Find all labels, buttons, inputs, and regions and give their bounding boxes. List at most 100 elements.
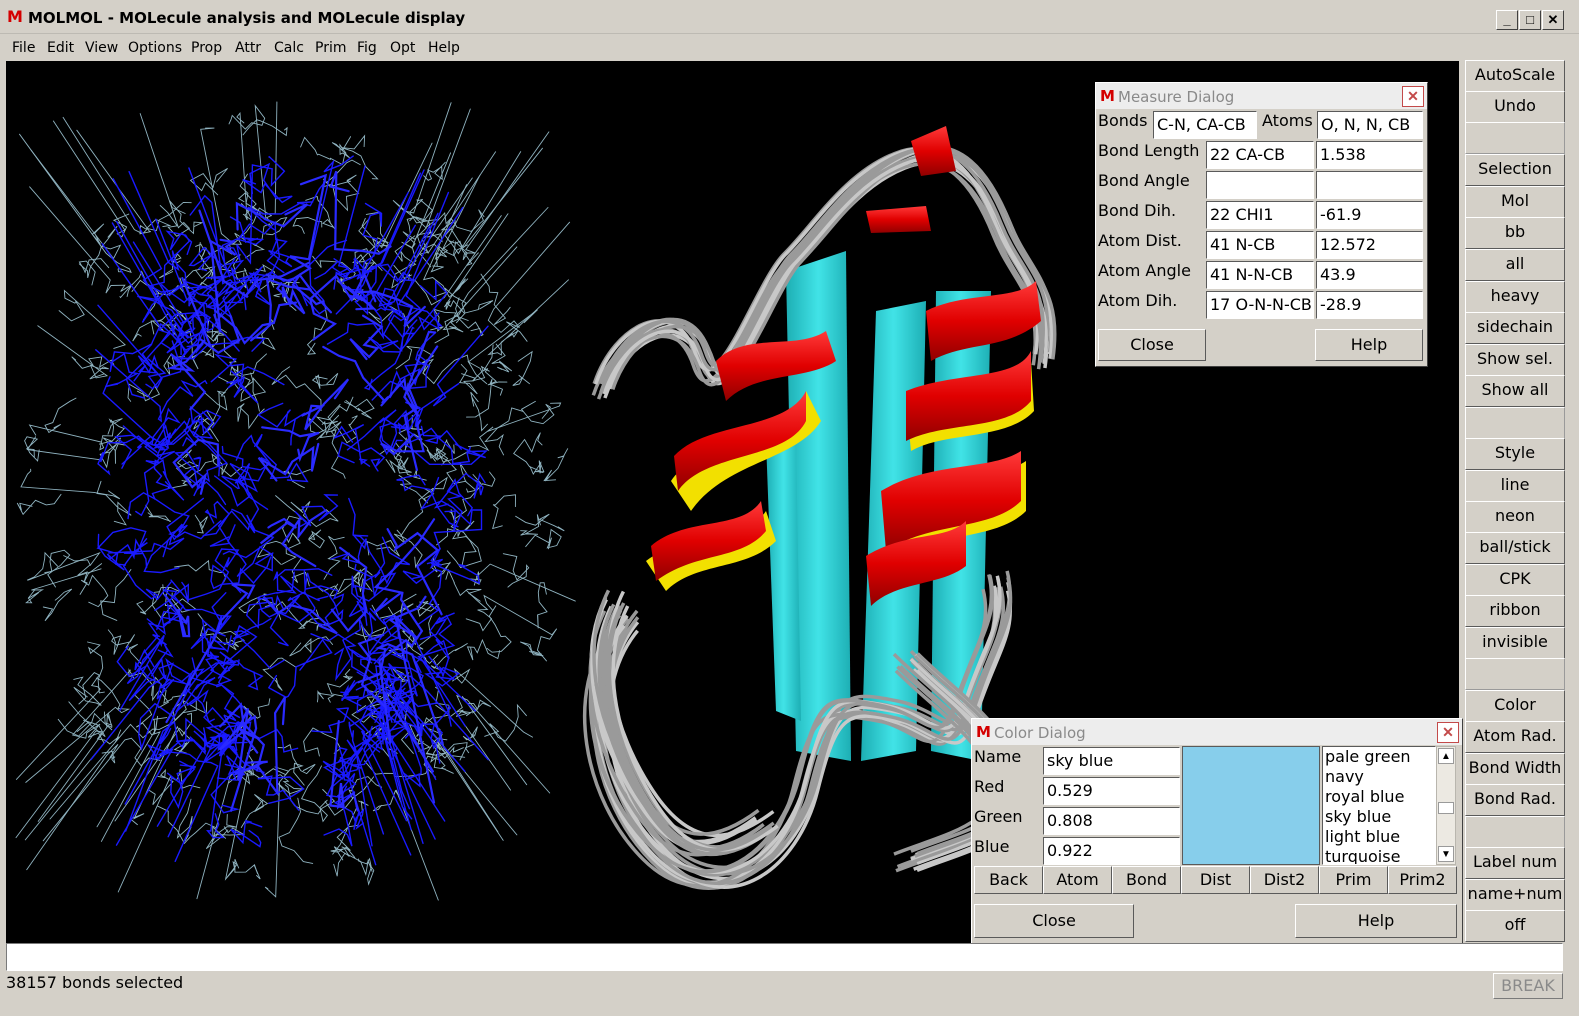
menu-file[interactable]: File — [12, 40, 35, 56]
color-dialog-titlebar[interactable]: M Color Dialog ✕ — [972, 719, 1462, 745]
color-list-scrollbar[interactable]: ▲ ▼ — [1436, 746, 1456, 865]
menu-bar: File Edit View Options Prop Attr Calc Pr… — [0, 36, 1579, 60]
red-field[interactable]: 0.529 — [1043, 777, 1180, 805]
style-ribbon-button[interactable]: ribbon — [1465, 595, 1565, 627]
break-button[interactable]: BREAK — [1493, 973, 1563, 999]
label-name-num-button[interactable]: name+num — [1465, 879, 1565, 911]
bond-radius-button[interactable]: Bond Rad. — [1465, 784, 1565, 816]
menu-opt[interactable]: Opt — [390, 40, 415, 56]
scroll-up-icon[interactable]: ▲ — [1438, 748, 1454, 764]
menu-view[interactable]: View — [85, 40, 118, 56]
target-bond-button[interactable]: Bond — [1112, 866, 1181, 894]
menu-help[interactable]: Help — [428, 40, 460, 56]
menu-fig[interactable]: Fig — [357, 40, 377, 56]
minimize-icon[interactable]: _ — [1496, 10, 1518, 30]
color-name-field[interactable]: sky blue — [1043, 747, 1180, 775]
menu-calc[interactable]: Calc — [274, 40, 304, 56]
atom-dist-name[interactable]: 41 N-CB — [1206, 231, 1314, 259]
color-dialog-title: Color Dialog — [994, 724, 1086, 742]
blue-field[interactable]: 0.922 — [1043, 837, 1180, 865]
select-bb-button[interactable]: bb — [1465, 217, 1565, 249]
color-help-button[interactable]: Help — [1295, 904, 1457, 938]
button-spacer — [1465, 407, 1565, 439]
color-list-item[interactable]: royal blue — [1325, 787, 1404, 806]
select-mol-button[interactable]: Mol — [1465, 186, 1565, 218]
style-button[interactable]: Style — [1465, 438, 1565, 470]
menu-prop[interactable]: Prop — [191, 40, 222, 56]
menu-edit[interactable]: Edit — [47, 40, 74, 56]
app-logo-icon: M — [7, 7, 23, 26]
target-back-button[interactable]: Back — [974, 866, 1043, 894]
label-off-button[interactable]: off — [1465, 910, 1565, 942]
atom-dih-name[interactable]: 17 O-N-N-CB — [1206, 291, 1314, 319]
atom-angle-name[interactable]: 41 N-N-CB — [1206, 261, 1314, 289]
atoms-field[interactable]: O, N, N, CB — [1317, 111, 1423, 139]
bond-angle-value[interactable] — [1316, 171, 1423, 199]
select-heavy-button[interactable]: heavy — [1465, 281, 1565, 313]
color-list[interactable]: pale green navy royal blue sky blue ligh… — [1322, 746, 1436, 865]
scroll-down-icon[interactable]: ▼ — [1438, 846, 1454, 862]
atom-radius-button[interactable]: Atom Rad. — [1465, 721, 1565, 753]
command-input[interactable] — [6, 943, 1563, 971]
measure-dialog-title: Measure Dialog — [1118, 88, 1235, 106]
bond-length-value[interactable]: 1.538 — [1316, 141, 1423, 169]
red-label: Red — [974, 777, 1005, 796]
menu-prim[interactable]: Prim — [315, 40, 346, 56]
bond-dih-label: Bond Dih. — [1098, 201, 1177, 220]
scroll-thumb[interactable] — [1438, 802, 1454, 814]
select-all-button[interactable]: all — [1465, 249, 1565, 281]
maximize-icon[interactable]: □ — [1519, 10, 1541, 30]
atom-dist-value[interactable]: 12.572 — [1316, 231, 1423, 259]
color-swatch — [1182, 746, 1320, 865]
atom-dist-label: Atom Dist. — [1098, 231, 1182, 250]
bond-width-button[interactable]: Bond Width — [1465, 753, 1565, 785]
label-num-button[interactable]: Label num — [1465, 847, 1565, 879]
bond-angle-name[interactable] — [1206, 171, 1314, 199]
atom-angle-value[interactable]: 43.9 — [1316, 261, 1423, 289]
selection-button[interactable]: Selection — [1465, 154, 1565, 186]
close-icon[interactable]: ✕ — [1402, 86, 1424, 107]
color-button[interactable]: Color — [1465, 690, 1565, 722]
style-neon-button[interactable]: neon — [1465, 501, 1565, 533]
bond-length-name[interactable]: 22 CA-CB — [1206, 141, 1314, 169]
window-title: MOLMOL - MOLecule analysis and MOLecule … — [28, 9, 466, 27]
menu-attr[interactable]: Attr — [235, 40, 261, 56]
show-sel-button[interactable]: Show sel. — [1465, 344, 1565, 376]
bond-dih-value[interactable]: -61.9 — [1316, 201, 1423, 229]
target-dist-button[interactable]: Dist — [1181, 866, 1250, 894]
color-list-item[interactable]: navy — [1325, 767, 1364, 786]
style-invisible-button[interactable]: invisible — [1465, 627, 1565, 659]
bond-angle-label: Bond Angle — [1098, 171, 1190, 190]
style-line-button[interactable]: line — [1465, 470, 1565, 502]
bond-dih-name[interactable]: 22 CHI1 — [1206, 201, 1314, 229]
color-list-item[interactable]: light blue — [1325, 827, 1400, 846]
color-dialog: M Color Dialog ✕ Name sky blue Red 0.529… — [971, 718, 1463, 944]
color-list-item[interactable]: turquoise — [1325, 847, 1400, 864]
atom-dih-value[interactable]: -28.9 — [1316, 291, 1423, 319]
blue-label: Blue — [974, 837, 1010, 856]
color-close-button[interactable]: Close — [974, 904, 1134, 938]
close-icon[interactable]: ✕ — [1542, 10, 1564, 30]
select-sidechain-button[interactable]: sidechain — [1465, 312, 1565, 344]
target-prim-button[interactable]: Prim — [1319, 866, 1388, 894]
measure-help-button[interactable]: Help — [1315, 329, 1423, 361]
undo-button[interactable]: Undo — [1465, 91, 1565, 123]
style-ball-stick-button[interactable]: ball/stick — [1465, 532, 1565, 564]
show-all-button[interactable]: Show all — [1465, 375, 1565, 407]
bonds-field[interactable]: C-N, CA-CB — [1153, 111, 1257, 139]
close-icon[interactable]: ✕ — [1437, 722, 1459, 743]
target-dist2-button[interactable]: Dist2 — [1250, 866, 1319, 894]
target-prim2-button[interactable]: Prim2 — [1388, 866, 1457, 894]
app-logo-icon: M — [976, 723, 991, 741]
measure-dialog-titlebar[interactable]: M Measure Dialog ✕ — [1096, 83, 1427, 109]
green-label: Green — [974, 807, 1023, 826]
measure-close-button[interactable]: Close — [1098, 329, 1206, 361]
color-list-item[interactable]: sky blue — [1325, 807, 1391, 826]
wireframe-ensemble — [15, 101, 576, 901]
autoscale-button[interactable]: AutoScale — [1465, 60, 1565, 92]
target-atom-button[interactable]: Atom — [1043, 866, 1112, 894]
color-list-item[interactable]: pale green — [1325, 747, 1411, 766]
green-field[interactable]: 0.808 — [1043, 807, 1180, 835]
menu-options[interactable]: Options — [128, 40, 182, 56]
style-cpk-button[interactable]: CPK — [1465, 564, 1565, 596]
